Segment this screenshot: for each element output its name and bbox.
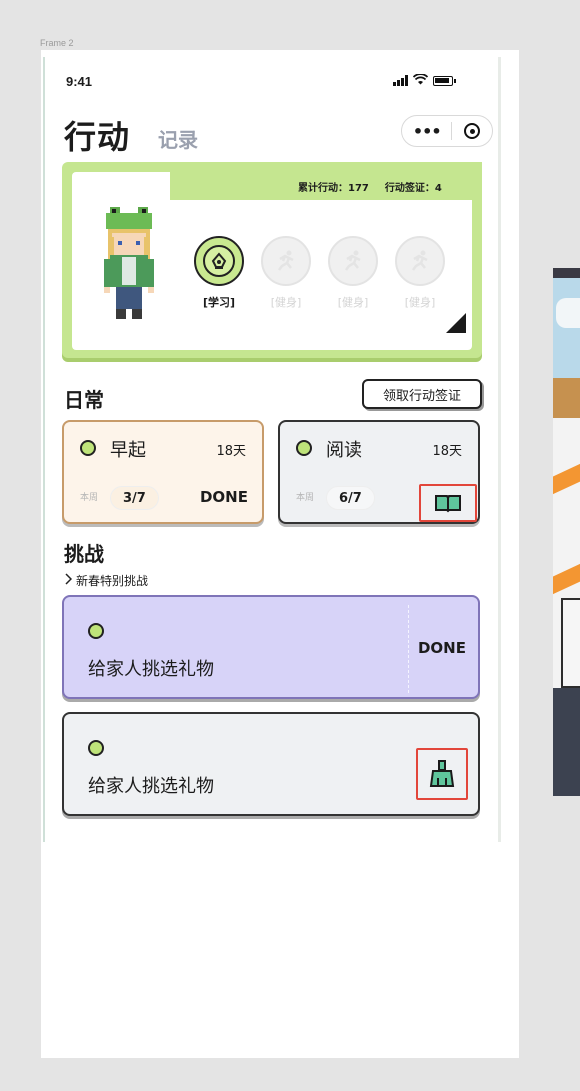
mini-program-capsule: ••• (401, 115, 493, 147)
run-icon (412, 250, 428, 271)
challenge-card[interactable]: 给家人挑选礼物 (62, 712, 480, 816)
status-dot (80, 440, 96, 456)
action-visas: 行动签证：4 (384, 183, 442, 194)
wifi-icon (412, 73, 429, 87)
challenge-subtitle[interactable]: 新春特别挑战 (64, 572, 148, 589)
week-count: 6/7 (326, 486, 375, 510)
page-title: 行动 (64, 118, 131, 156)
run-icon (278, 250, 294, 271)
status-time: 9:41 (66, 74, 93, 89)
phone-edge (498, 57, 501, 842)
week-count: 3/7 (110, 486, 159, 510)
done-status: DONE (199, 488, 248, 506)
more-icon[interactable]: ••• (402, 122, 451, 141)
week-label: 本周 (80, 493, 99, 503)
hero-stats: 累计行动：177 行动签证：4 (298, 179, 442, 194)
status-dot (88, 623, 104, 639)
habit-card-wake[interactable]: 早起 18天 本周 3/7 DONE (62, 420, 264, 524)
habit-streak: 18天 (432, 444, 462, 459)
chevron-right-icon (64, 573, 73, 588)
section-title-daily: 日常 (64, 388, 104, 412)
challenge-checkin-button[interactable] (416, 748, 468, 800)
week-label: 本周 (296, 493, 315, 503)
target-icon[interactable] (452, 123, 492, 139)
run-icon (345, 250, 361, 271)
book-icon (435, 495, 461, 513)
read-checkin-button[interactable] (419, 484, 477, 522)
section-title-challenge: 挑战 (64, 542, 104, 566)
badge-study[interactable]: [学习] (193, 236, 245, 310)
status-icons (393, 73, 456, 87)
habit-card-read[interactable]: 阅读 18天 本周 6/7 (278, 420, 480, 524)
claim-visa-button[interactable]: 领取行动签证 (362, 379, 482, 409)
badge-row: [学习] [健身] [健身] [健身] (193, 236, 446, 310)
habit-name: 早起 (110, 440, 146, 461)
challenge-card[interactable]: 给家人挑选礼物 DONE (62, 595, 480, 699)
challenge-name: 给家人挑选礼物 (88, 776, 214, 797)
habit-name: 阅读 (326, 440, 362, 461)
broom-icon (429, 760, 455, 787)
status-dot (296, 440, 312, 456)
side-illustration (553, 268, 580, 796)
habit-streak: 18天 (216, 444, 246, 459)
badge-fitness-3[interactable]: [健身] (394, 236, 446, 310)
badge-fitness-1[interactable]: [健身] (260, 236, 312, 310)
signal-icon (393, 75, 408, 86)
records-link[interactable]: 记录 (158, 124, 198, 153)
avatar (104, 207, 154, 319)
done-status: DONE (417, 639, 466, 657)
badge-fitness-2[interactable]: [健身] (327, 236, 379, 310)
frame-label: Frame 2 (40, 38, 74, 48)
challenge-name: 给家人挑选礼物 (88, 659, 214, 680)
total-actions: 累计行动：177 (298, 183, 369, 194)
battery-icon (433, 75, 456, 86)
hero-corner-icon (446, 313, 466, 333)
study-icon (203, 245, 235, 277)
status-dot (88, 740, 104, 756)
